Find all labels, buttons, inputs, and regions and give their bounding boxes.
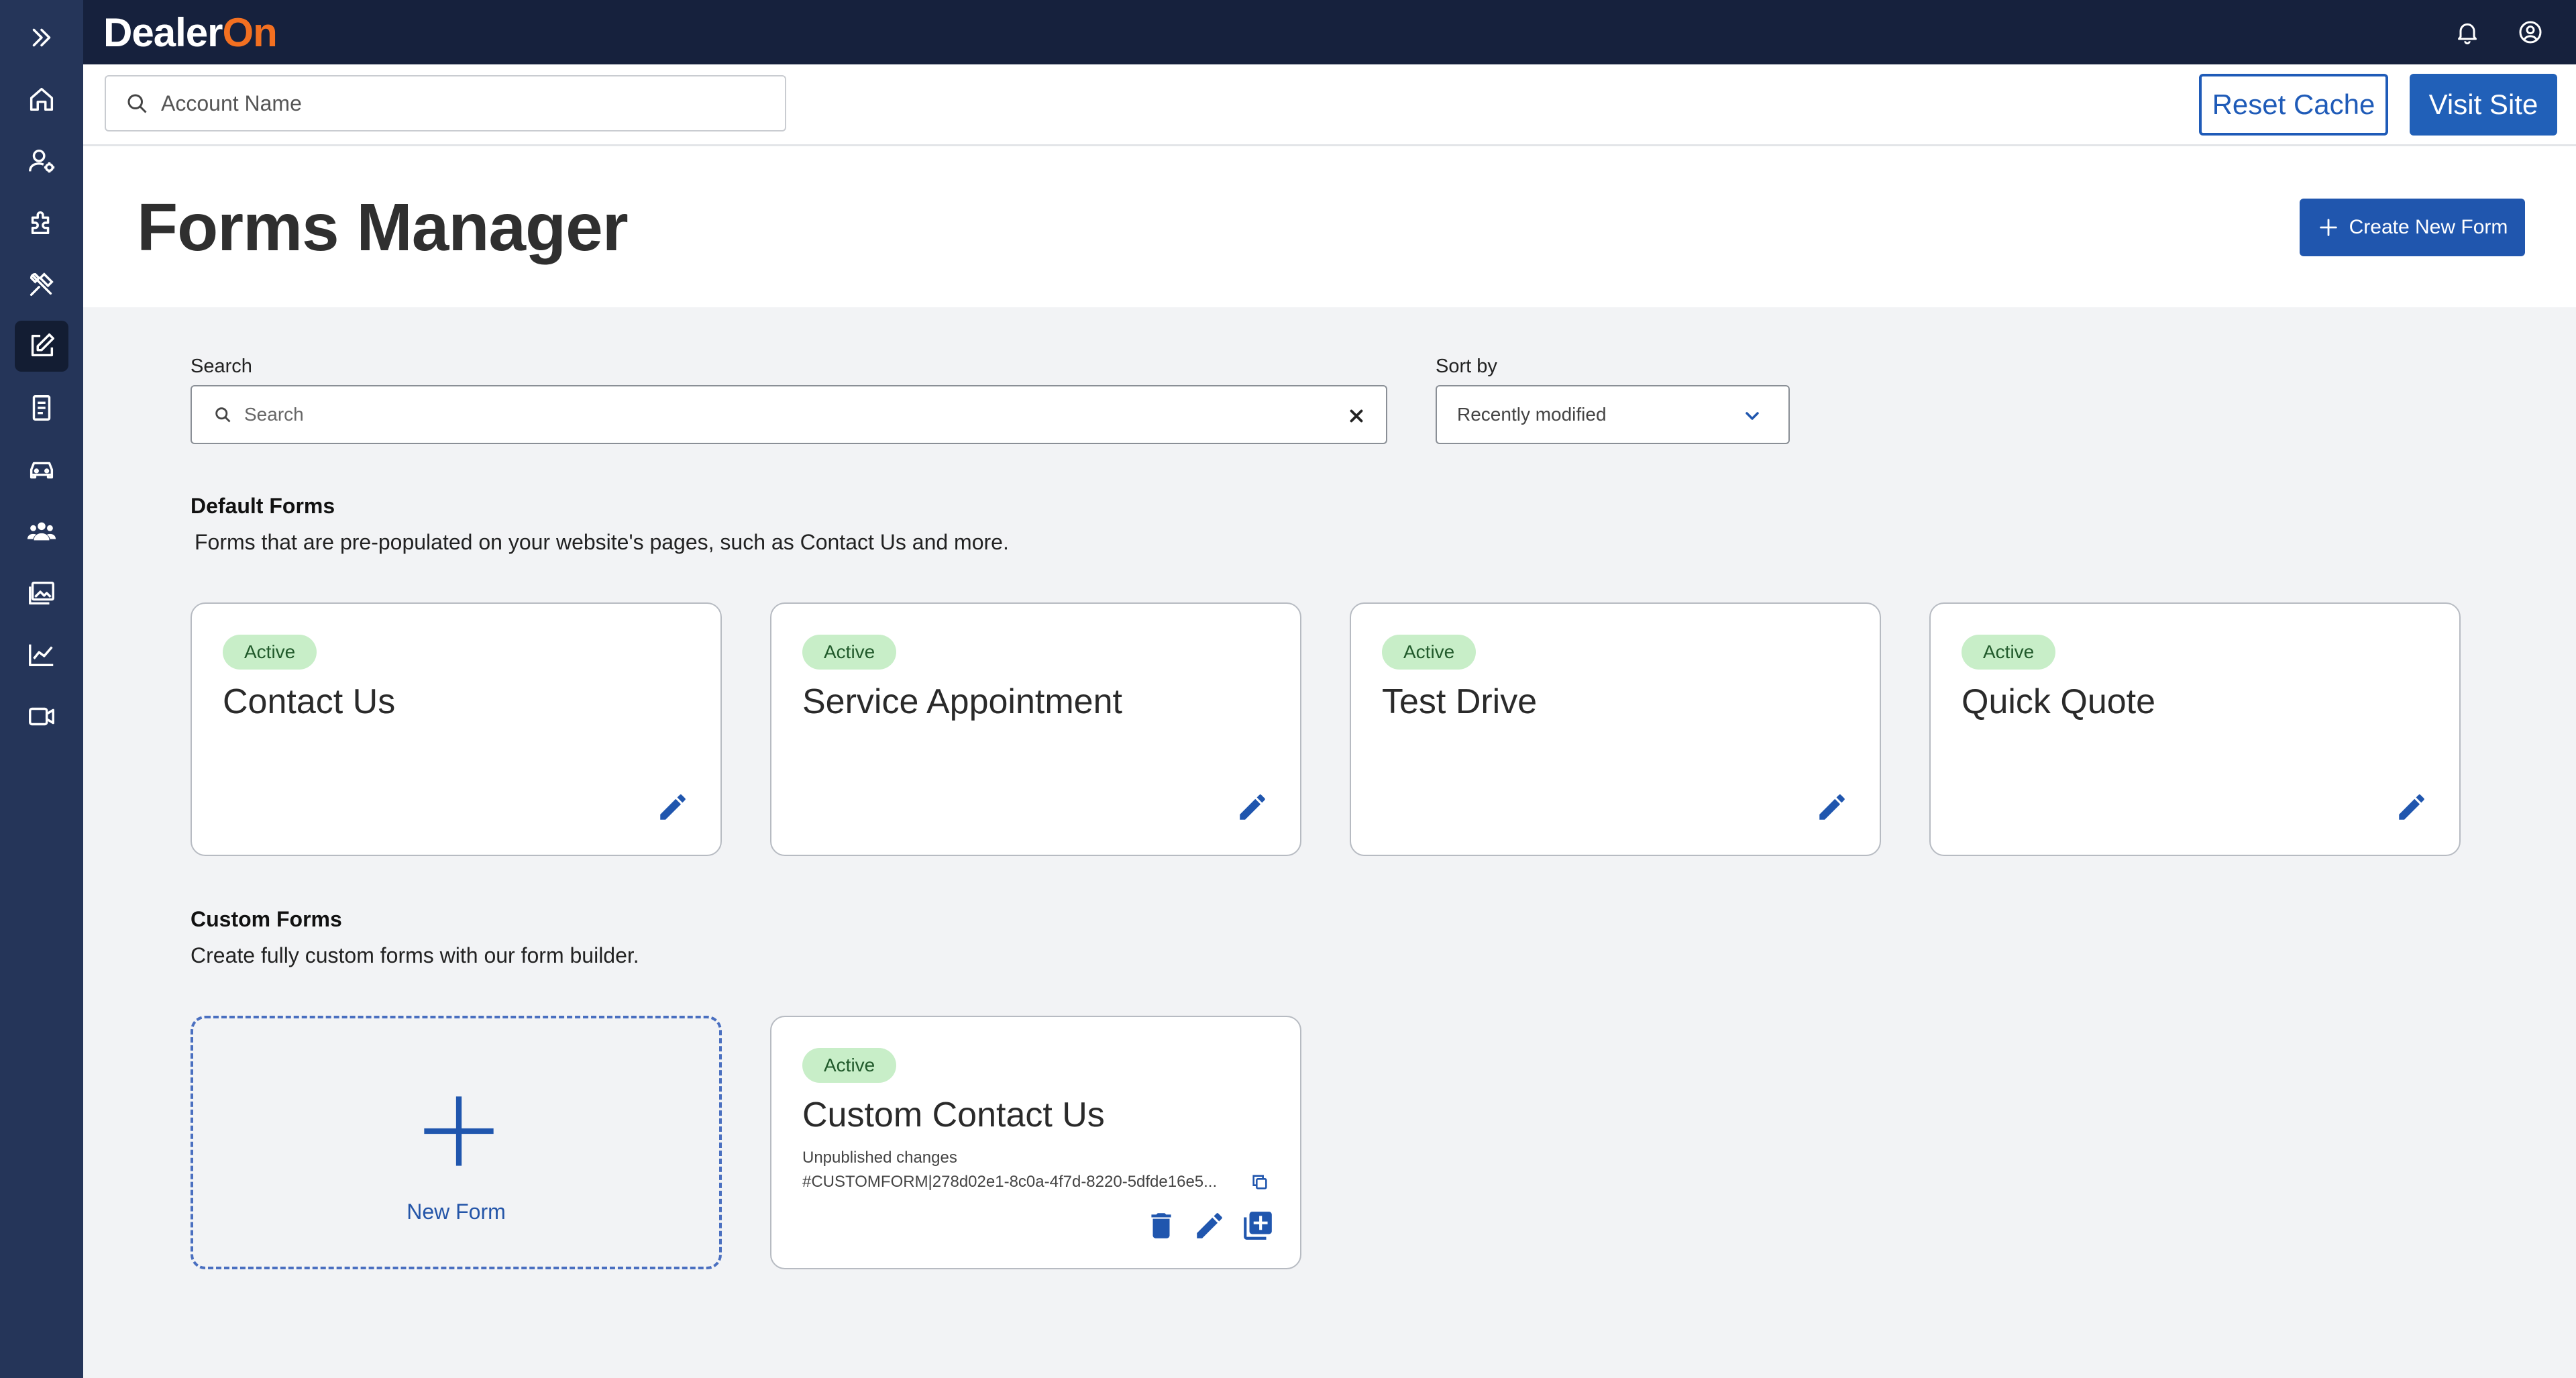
edit-form-icon	[31, 333, 54, 357]
nav-item-video[interactable]	[15, 691, 68, 742]
unpublished-note: Unpublished changes	[802, 1149, 957, 1167]
chevron-down-icon	[1746, 412, 1759, 420]
status-badge: Active	[1962, 635, 2056, 670]
form-card-custom-contact-us[interactable]: Active Custom Contact Us Unpublished cha…	[770, 1016, 1301, 1269]
brand-logo[interactable]: Dealer On	[103, 8, 278, 56]
chart-line-icon	[29, 644, 54, 667]
custom-forms-heading: Custom Forms	[191, 907, 342, 931]
status-badge: Active	[223, 635, 317, 670]
form-card-service-appointment[interactable]: Active Service Appointment	[770, 602, 1301, 856]
nav-item-tools[interactable]	[15, 259, 68, 310]
edit-form-button[interactable]	[1815, 790, 1849, 824]
edit-form-button[interactable]	[1236, 790, 1269, 824]
sort-label: Sort by	[1436, 356, 1497, 377]
edit-form-button[interactable]	[2395, 790, 2428, 824]
plus-icon	[2319, 219, 2337, 236]
edit-form-button[interactable]	[1193, 1209, 1226, 1242]
duplicate-form-button[interactable]	[1241, 1209, 1275, 1242]
forms-search[interactable]	[191, 385, 1387, 444]
nav-item-forms[interactable]	[15, 321, 68, 372]
left-nav-rail	[0, 0, 83, 1378]
image-gallery-icon	[29, 581, 54, 605]
nav-item-invoices[interactable]	[15, 382, 68, 433]
nav-item-inventory[interactable]	[15, 444, 68, 495]
form-card-contact-us[interactable]: Active Contact Us	[191, 602, 722, 856]
form-card-quick-quote[interactable]: Active Quick Quote	[1929, 602, 2461, 856]
pencil-icon	[1240, 794, 1265, 820]
form-card-test-drive[interactable]: Active Test Drive	[1350, 602, 1881, 856]
custom-forms-description: Create fully custom forms with our form …	[191, 943, 639, 967]
create-new-form-label: Create New Form	[2349, 216, 2508, 238]
account-bar: Reset Cache Visit Site	[83, 64, 2576, 146]
nav-item-media[interactable]	[15, 568, 68, 619]
puzzle-icon	[31, 211, 50, 235]
plus-icon	[424, 1096, 494, 1166]
clear-search-button[interactable]	[1344, 404, 1368, 428]
forms-search-input[interactable]	[244, 404, 1318, 425]
reset-cache-button[interactable]: Reset Cache	[2199, 74, 2388, 136]
copy-icon	[1252, 1175, 1267, 1189]
account-name-input[interactable]	[161, 91, 765, 116]
top-bar: Dealer On	[83, 0, 2576, 64]
new-form-label: New Form	[407, 1200, 506, 1224]
status-badge: Active	[802, 635, 897, 670]
nav-item-integrations[interactable]	[15, 197, 68, 248]
status-badge: Active	[802, 1048, 897, 1083]
account-circle-icon	[2519, 21, 2542, 44]
edit-form-button[interactable]	[656, 790, 690, 824]
form-id: #CUSTOMFORM|278d02e1-8c0a-4f7d-8220-5dfd…	[802, 1173, 1218, 1191]
status-badge: Active	[1382, 635, 1477, 670]
form-card-title: Service Appointment	[802, 682, 1122, 721]
pencil-icon	[2399, 794, 2424, 820]
account-search[interactable]	[105, 75, 786, 131]
default-forms-heading: Default Forms	[191, 494, 335, 518]
nav-item-users[interactable]	[15, 136, 68, 187]
tools-icon	[30, 272, 54, 297]
expand-icon	[32, 28, 51, 47]
page-header: Forms Manager Create New Form	[83, 146, 2576, 307]
car-icon	[30, 462, 54, 479]
video-icon	[29, 707, 54, 726]
nav-item-analytics[interactable]	[15, 629, 68, 680]
page-title: Forms Manager	[137, 190, 629, 265]
nav-item-contacts[interactable]	[15, 506, 68, 557]
bell-icon	[2458, 23, 2477, 45]
form-card-title: Contact Us	[223, 682, 396, 721]
pencil-icon	[660, 794, 686, 820]
expand-nav-button[interactable]	[15, 12, 68, 63]
pencil-icon	[1197, 1213, 1222, 1238]
trash-icon	[1151, 1213, 1171, 1238]
create-new-form-button[interactable]: Create New Form	[2300, 199, 2525, 256]
notifications-button[interactable]	[2451, 16, 2483, 48]
visit-site-button[interactable]: Visit Site	[2410, 74, 2557, 136]
close-icon	[1350, 409, 1363, 423]
account-menu-button[interactable]	[2514, 16, 2546, 48]
receipt-icon	[32, 395, 51, 421]
sort-value: Recently modified	[1457, 404, 1607, 425]
form-card-title: Quick Quote	[1962, 682, 2156, 721]
duplicate-icon	[1244, 1212, 1272, 1240]
delete-form-button[interactable]	[1144, 1209, 1178, 1242]
copy-id-button[interactable]	[1250, 1173, 1269, 1191]
pencil-icon	[1819, 794, 1845, 820]
sort-select[interactable]: Recently modified	[1436, 385, 1790, 444]
home-icon	[30, 87, 54, 111]
search-label: Search	[191, 356, 252, 377]
user-settings-icon	[29, 149, 55, 173]
form-card-title: Test Drive	[1382, 682, 1538, 721]
search-icon	[127, 94, 147, 113]
default-forms-description: Forms that are pre-populated on your web…	[195, 530, 1009, 554]
group-icon	[27, 522, 56, 541]
form-card-title: Custom Contact Us	[802, 1096, 1105, 1134]
new-form-card[interactable]: New Form	[191, 1016, 722, 1269]
search-icon	[215, 407, 231, 423]
nav-item-home[interactable]	[15, 74, 68, 125]
